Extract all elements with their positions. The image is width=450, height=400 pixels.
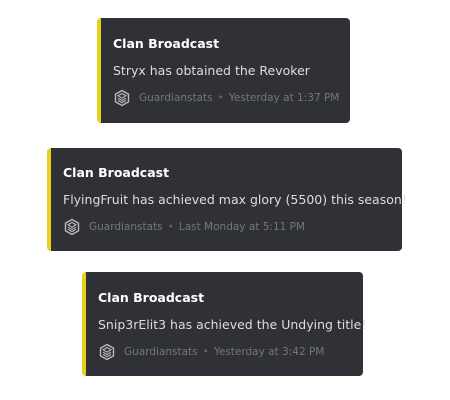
footer-timestamp: Yesterday at 3:42 PM	[213, 346, 325, 358]
footer-separator: •	[167, 221, 174, 233]
embed-footer: Guardianstats • Yesterday at 1:37 PM	[113, 89, 340, 107]
clan-broadcast-embed: Clan Broadcast Snip3rElit3 has achieved …	[82, 272, 367, 376]
embed-title: Clan Broadcast	[113, 36, 220, 51]
clan-broadcast-embed: Clan Broadcast Stryx has obtained the Re…	[97, 18, 350, 123]
embed-title: Clan Broadcast	[63, 165, 170, 180]
guardianstats-logo-icon	[113, 89, 131, 107]
footer-timestamp: Yesterday at 1:37 PM	[228, 92, 340, 104]
embed-description: Stryx has obtained the Revoker	[113, 63, 310, 78]
footer-separator: •	[202, 346, 209, 358]
footer-timestamp: Last Monday at 5:11 PM	[178, 221, 306, 233]
guardianstats-logo-icon	[98, 343, 116, 361]
guardianstats-logo-icon	[63, 218, 81, 236]
embed-description: Snip3rElit3 has achieved the Undying tit…	[98, 317, 367, 332]
embed-description: FlyingFruit has achieved max glory (5500…	[63, 192, 407, 207]
embed-footer: Guardianstats • Last Monday at 5:11 PM	[63, 218, 390, 236]
footer-source: Guardianstats	[89, 221, 163, 233]
embed-title: Clan Broadcast	[98, 290, 205, 305]
footer-source: Guardianstats	[139, 92, 213, 104]
footer-source: Guardianstats	[124, 346, 198, 358]
clan-broadcast-embed: Clan Broadcast FlyingFruit has achieved …	[47, 148, 407, 251]
footer-separator: •	[217, 92, 224, 104]
embed-footer: Guardianstats • Yesterday at 3:42 PM	[98, 343, 351, 361]
